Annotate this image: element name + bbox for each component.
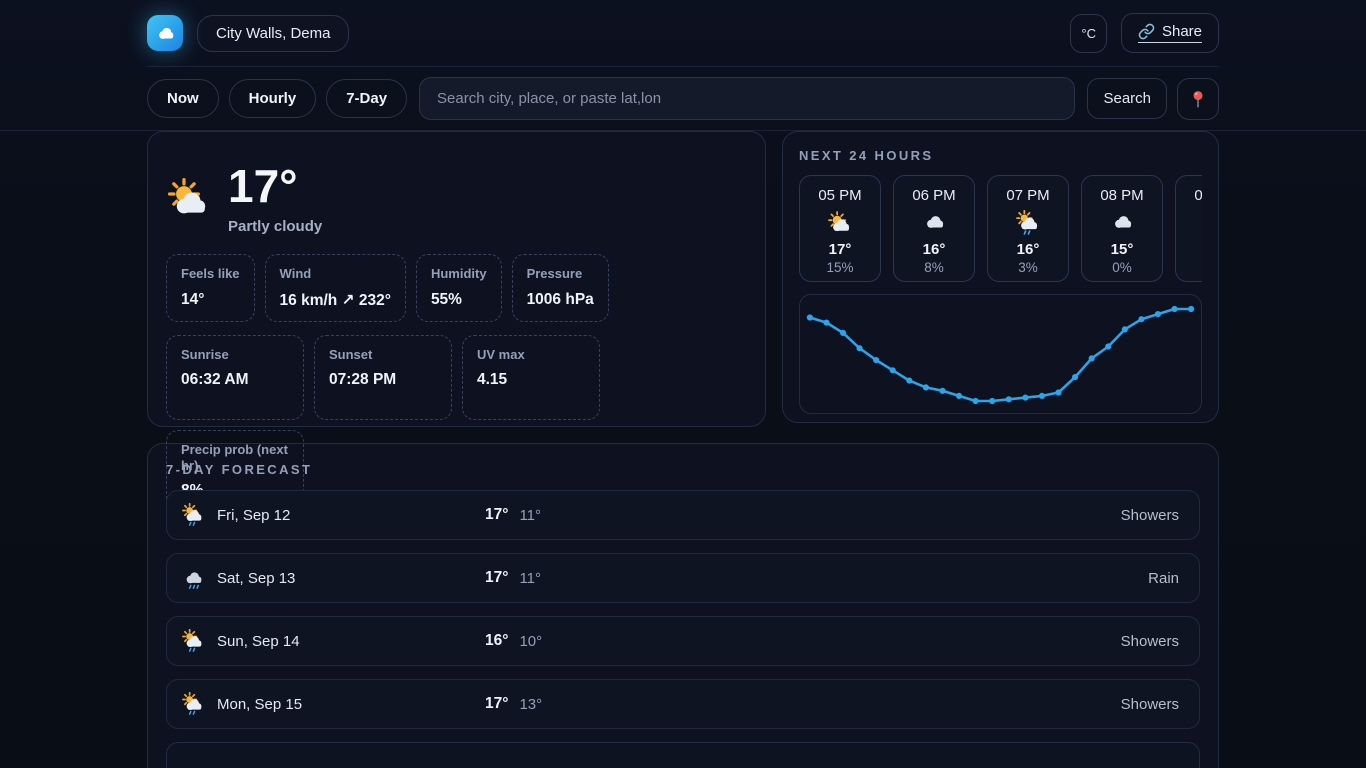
hour-time: 08 PM bbox=[1082, 187, 1162, 204]
unit-toggle-button[interactable]: °C bbox=[1070, 14, 1107, 53]
location-title: City Walls, Dema bbox=[197, 15, 349, 52]
share-label: Share bbox=[1162, 23, 1202, 40]
top-bar: City Walls, Dema °C Share bbox=[0, 0, 1366, 67]
cloud-icon bbox=[921, 210, 947, 236]
forecast-day: Mon, Sep 15 bbox=[217, 696, 302, 713]
forecast-low: 10° bbox=[519, 633, 542, 650]
current-condition: Partly cloudy bbox=[228, 218, 322, 235]
hour-precip: 8% bbox=[894, 260, 974, 275]
forecast-high: 17° bbox=[485, 695, 508, 713]
stat-label: UV max bbox=[477, 347, 585, 363]
forecast-row-sun-sep-14[interactable]: Sun, Sep 14 16° 10° Showers bbox=[166, 616, 1200, 666]
stat-humidity: Humidity 55% bbox=[416, 254, 502, 321]
rain-icon bbox=[181, 566, 205, 590]
forecast-low: 13° bbox=[519, 696, 542, 713]
sun-behind-cloud-icon bbox=[166, 176, 212, 222]
forecast-condition: Showers bbox=[1121, 507, 1179, 524]
temperature-trend-chart bbox=[799, 294, 1202, 414]
sun-behind-cloud-icon bbox=[827, 210, 853, 236]
hour-card-09-pm[interactable]: 09 PM bbox=[1175, 175, 1202, 282]
sun-behind-rain-icon bbox=[181, 692, 205, 716]
forecast-day: Fri, Sep 12 bbox=[217, 507, 290, 524]
stat-value: 4.15 bbox=[477, 371, 585, 389]
forecast-condition: Showers bbox=[1121, 696, 1179, 713]
hour-precip: 15% bbox=[800, 260, 880, 275]
stat-label: Feels like bbox=[181, 266, 240, 282]
forecast-low: 11° bbox=[519, 507, 541, 524]
hour-card-05-pm[interactable]: 05 PM 17° 15% bbox=[799, 175, 881, 282]
stat-value: 07:28 PM bbox=[329, 371, 437, 389]
forecast-row-sat-sep-13[interactable]: Sat, Sep 13 17° 11° Rain bbox=[166, 553, 1200, 603]
hour-card-08-pm[interactable]: 08 PM 15° 0% bbox=[1081, 175, 1163, 282]
current-stats-row-1: Feels like 14°Wind 16 km/h ↗ 232°Humidit… bbox=[166, 254, 747, 321]
stat-sunrise: Sunrise 06:32 AM bbox=[166, 335, 304, 420]
forecast-row-mon-sep-15[interactable]: Mon, Sep 15 17° 13° Showers bbox=[166, 679, 1200, 729]
stat-value: 16 km/h ↗ 232° bbox=[280, 291, 391, 310]
next-24-hours-title: NEXT 24 HOURS bbox=[799, 148, 1202, 163]
stat-label: Sunset bbox=[329, 347, 437, 363]
forecast-high: 17° bbox=[485, 506, 508, 524]
hour-card-07-pm[interactable]: 07 PM 16° 3% bbox=[987, 175, 1069, 282]
tab-hourly[interactable]: Hourly bbox=[229, 79, 317, 118]
hour-time: 05 PM bbox=[800, 187, 880, 204]
current-stats-row-2: Sunrise 06:32 AMSunset 07:28 PMUV max 4.… bbox=[166, 335, 747, 515]
stat-value: 14° bbox=[181, 291, 240, 309]
current-temperature: 17° bbox=[228, 162, 322, 210]
stat-uv-max: UV max 4.15 bbox=[462, 335, 600, 420]
hour-temp: 17° bbox=[800, 241, 880, 258]
hour-temp: 15° bbox=[1082, 241, 1162, 258]
current-conditions-card: 17° Partly cloudy Feels like 14°Wind 16 … bbox=[147, 131, 766, 427]
share-button[interactable]: Share bbox=[1121, 13, 1219, 53]
stat-sunset: Sunset 07:28 PM bbox=[314, 335, 452, 420]
forecast-day: Sat, Sep 13 bbox=[217, 570, 295, 587]
sun-behind-rain-icon bbox=[181, 629, 205, 653]
forecast-condition: Rain bbox=[1148, 570, 1179, 587]
round-pushpin-icon bbox=[1187, 88, 1209, 110]
nav-bar: Now Hourly 7-Day Search bbox=[0, 67, 1366, 131]
next-24-hours-card: NEXT 24 HOURS 05 PM 17° 15%06 PM 16° 8%0… bbox=[782, 131, 1219, 423]
forecast-row-fri-sep-12[interactable]: Fri, Sep 12 17° 11° Showers bbox=[166, 490, 1200, 540]
hour-time: 09 PM bbox=[1176, 187, 1202, 204]
hour-time: 07 PM bbox=[988, 187, 1068, 204]
tab-7day[interactable]: 7-Day bbox=[326, 79, 407, 118]
forecast-rows: Fri, Sep 12 17° 11° Showers Sat, Sep 13 … bbox=[166, 490, 1200, 768]
stat-label: Humidity bbox=[431, 266, 487, 282]
cloud-icon bbox=[154, 22, 176, 44]
tab-now[interactable]: Now bbox=[147, 79, 219, 118]
forecast-condition: Showers bbox=[1121, 633, 1179, 650]
app-logo[interactable] bbox=[147, 15, 183, 51]
hourly-strip[interactable]: 05 PM 17° 15%06 PM 16° 8%07 PM 16° 3%08 … bbox=[799, 175, 1202, 282]
stat-feels-like: Feels like 14° bbox=[166, 254, 255, 321]
forecast-low: 11° bbox=[519, 570, 541, 587]
stat-value: 1006 hPa bbox=[527, 291, 594, 309]
stat-value: 55% bbox=[431, 291, 487, 309]
forecast-high: 16° bbox=[485, 632, 508, 650]
stat-label: Pressure bbox=[527, 266, 594, 282]
stat-pressure: Pressure 1006 hPa bbox=[512, 254, 609, 321]
sun-behind-rain-icon bbox=[1015, 210, 1041, 236]
forecast-high: 17° bbox=[485, 569, 508, 587]
hour-temp: 16° bbox=[894, 241, 974, 258]
hour-temp: 16° bbox=[988, 241, 1068, 258]
stat-wind: Wind 16 km/h ↗ 232° bbox=[265, 254, 406, 321]
location-pin-button[interactable] bbox=[1177, 78, 1219, 120]
hour-card-06-pm[interactable]: 06 PM 16° 8% bbox=[893, 175, 975, 282]
search-button[interactable]: Search bbox=[1087, 78, 1167, 119]
stat-label: Sunrise bbox=[181, 347, 289, 363]
stat-value: 06:32 AM bbox=[181, 371, 289, 389]
stat-label: Wind bbox=[280, 266, 391, 282]
seven-day-forecast-card: 7-DAY FORECAST Fri, Sep 12 17° 11° Showe… bbox=[147, 443, 1219, 768]
sun-behind-rain-icon bbox=[181, 503, 205, 527]
hour-precip: 0% bbox=[1082, 260, 1162, 275]
hour-time: 06 PM bbox=[894, 187, 974, 204]
forecast-row-partial[interactable] bbox=[166, 742, 1200, 768]
hour-precip: 3% bbox=[988, 260, 1068, 275]
forecast-day: Sun, Sep 14 bbox=[217, 633, 300, 650]
cloud-icon bbox=[1109, 210, 1135, 236]
search-input[interactable] bbox=[419, 77, 1075, 120]
link-icon bbox=[1138, 23, 1155, 40]
